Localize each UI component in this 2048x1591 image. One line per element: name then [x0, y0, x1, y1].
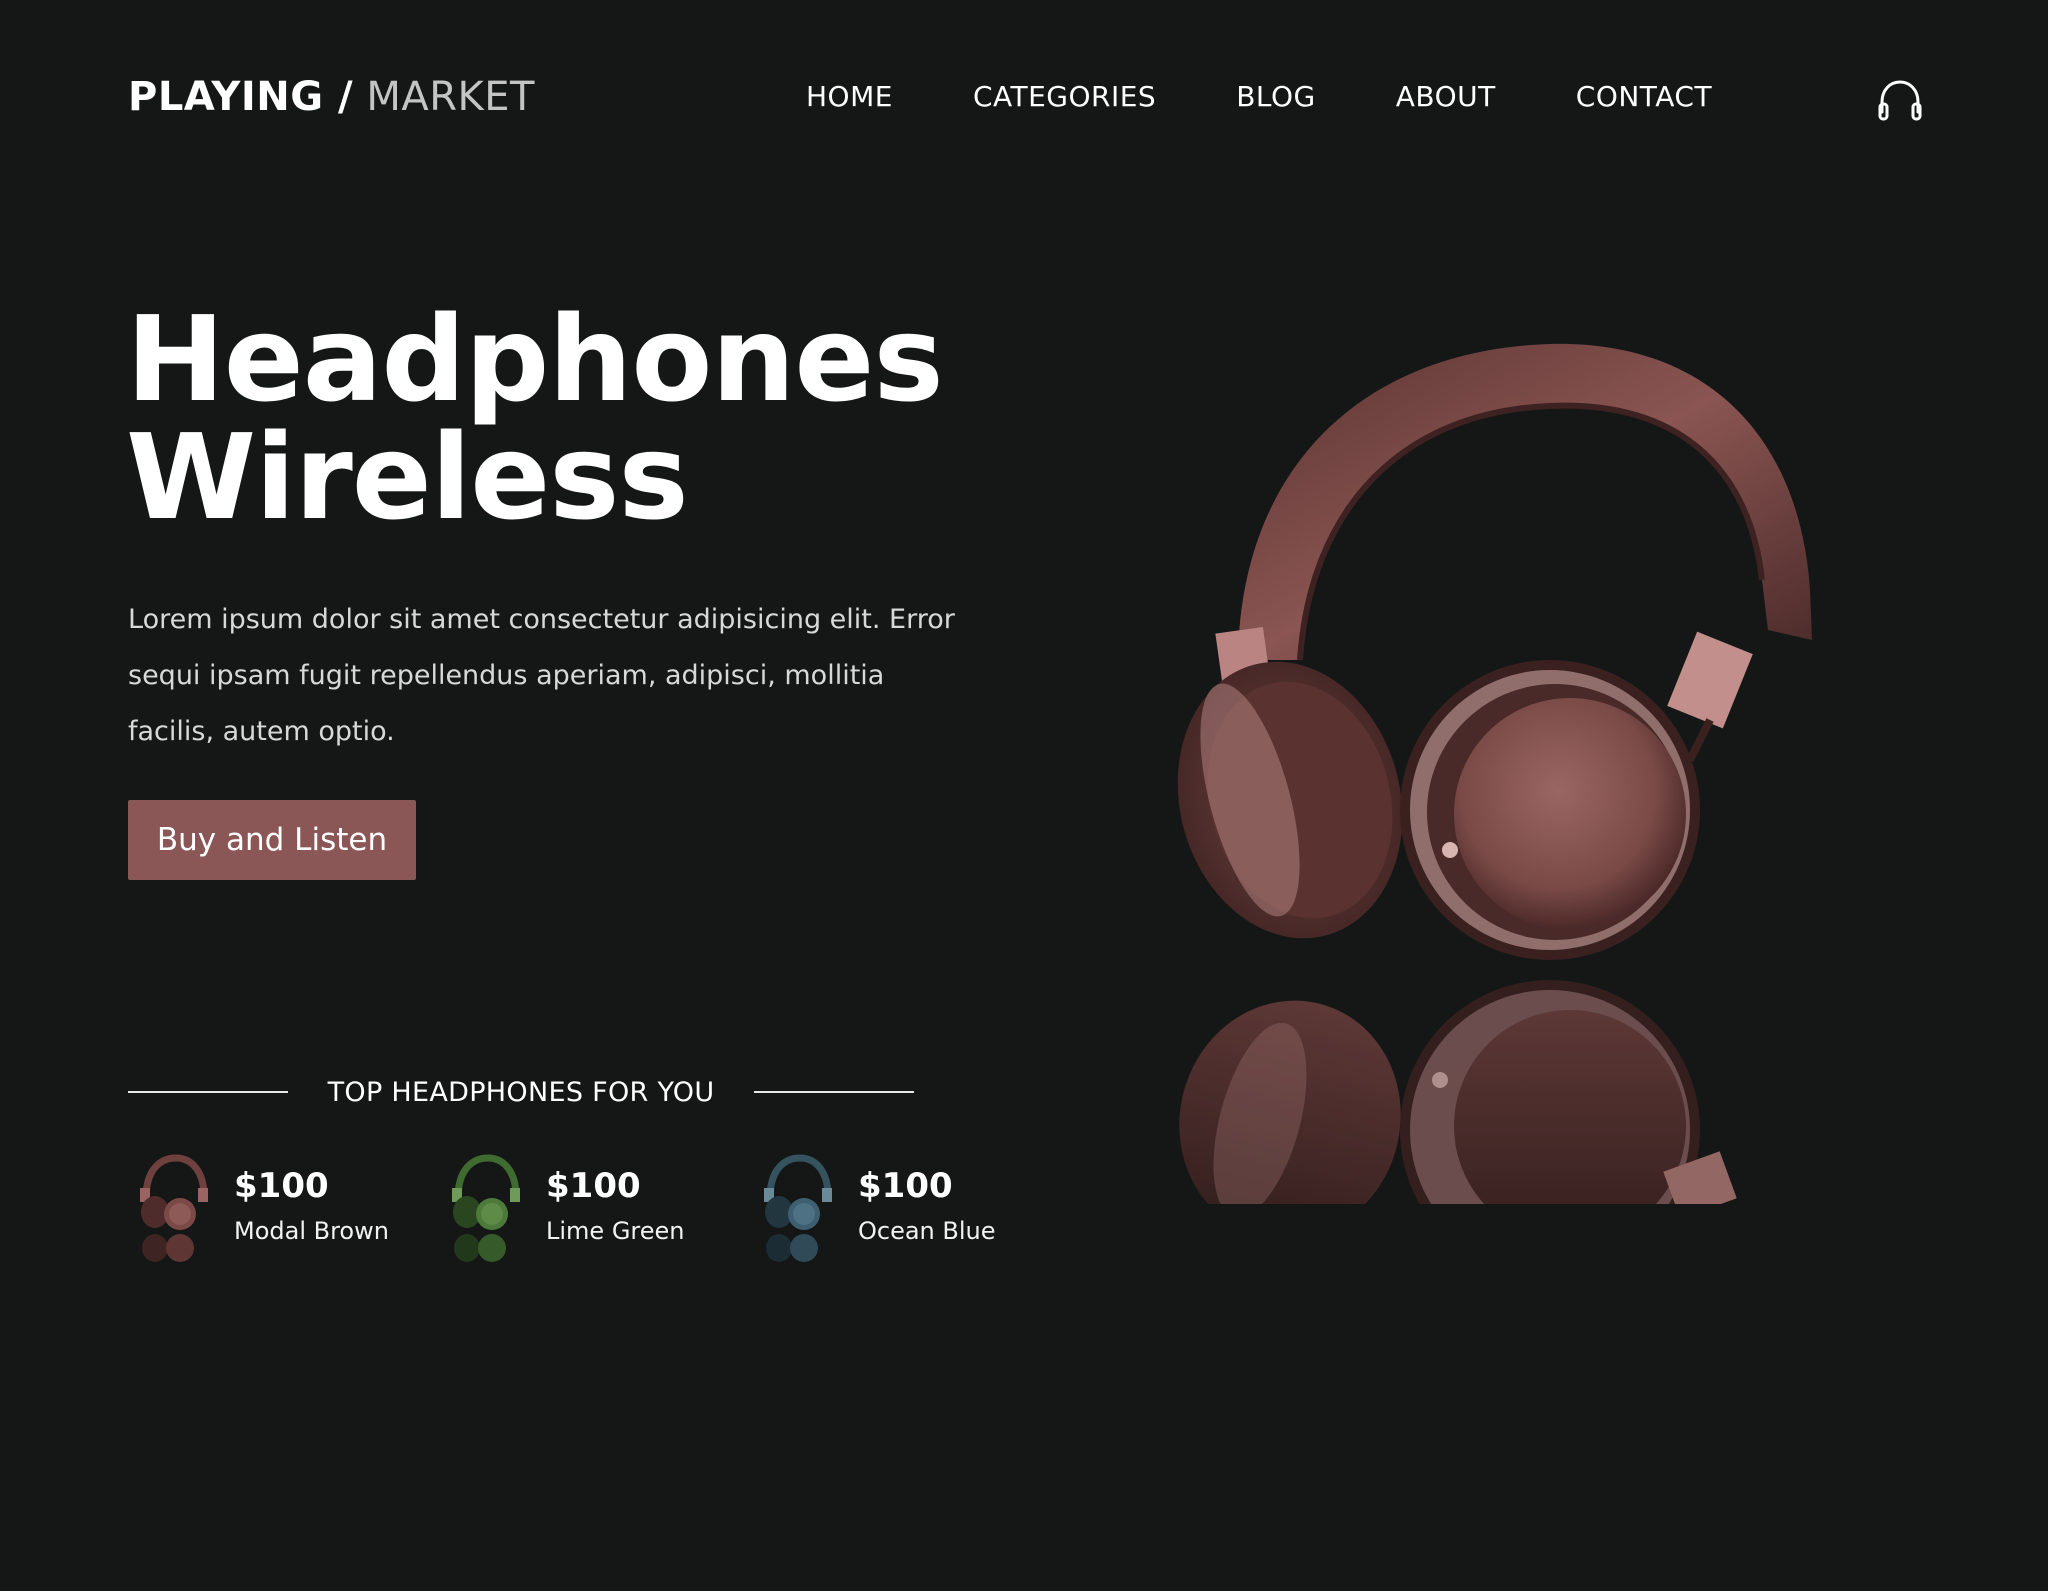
hero-title-line2: Wireless — [126, 408, 689, 546]
buy-and-listen-button[interactable]: Buy and Listen — [128, 800, 416, 880]
landing-page: PLAYING / MARKET HOME CATEGORIES BLOG AB… — [0, 0, 2048, 1591]
nav-about[interactable]: ABOUT — [1396, 80, 1496, 113]
product-info: $100 Modal Brown — [234, 1152, 389, 1246]
product-name: Lime Green — [546, 1217, 685, 1245]
brand-logo[interactable]: PLAYING / MARKET — [128, 74, 535, 120]
product-name: Modal Brown — [234, 1217, 389, 1245]
product-price: $100 — [546, 1166, 641, 1206]
product-price: $100 — [234, 1166, 329, 1206]
headphones-icon[interactable] — [1877, 78, 1923, 122]
product-card-ocean-blue[interactable]: $100 Ocean Blue — [752, 1152, 996, 1264]
headphone-thumbnail-brown — [140, 1154, 208, 1262]
product-info: $100 Ocean Blue — [858, 1152, 996, 1246]
section-title: TOP HEADPHONES FOR YOU — [327, 1076, 715, 1108]
nav-blog[interactable]: BLOG — [1236, 80, 1316, 113]
hero-title: Headphones Wireless — [126, 300, 1086, 536]
product-name: Ocean Blue — [858, 1217, 996, 1245]
hero-headphones-image — [1150, 343, 1850, 1210]
hero-description: Lorem ipsum dolor sit amet consectetur a… — [128, 604, 955, 747]
main-nav: HOME CATEGORIES BLOG ABOUT CONTACT — [806, 80, 1712, 113]
brand-logo-light: MARKET — [366, 74, 535, 120]
product-price: $100 — [858, 1166, 953, 1206]
headphone-thumbnail-green — [452, 1154, 520, 1262]
divider-left — [128, 1091, 288, 1093]
nav-home[interactable]: HOME — [806, 80, 893, 113]
product-info: $100 Lime Green — [546, 1152, 685, 1246]
headphone-thumbnail-blue — [764, 1154, 832, 1262]
product-card-modal-brown[interactable]: $100 Modal Brown — [128, 1152, 389, 1264]
product-card-lime-green[interactable]: $100 Lime Green — [440, 1152, 685, 1264]
nav-categories[interactable]: CATEGORIES — [973, 80, 1156, 113]
brand-logo-strong: PLAYING / — [128, 74, 354, 120]
nav-contact[interactable]: CONTACT — [1576, 80, 1712, 113]
divider-right — [754, 1091, 914, 1093]
top-headphones-heading: TOP HEADPHONES FOR YOU — [128, 1072, 914, 1112]
